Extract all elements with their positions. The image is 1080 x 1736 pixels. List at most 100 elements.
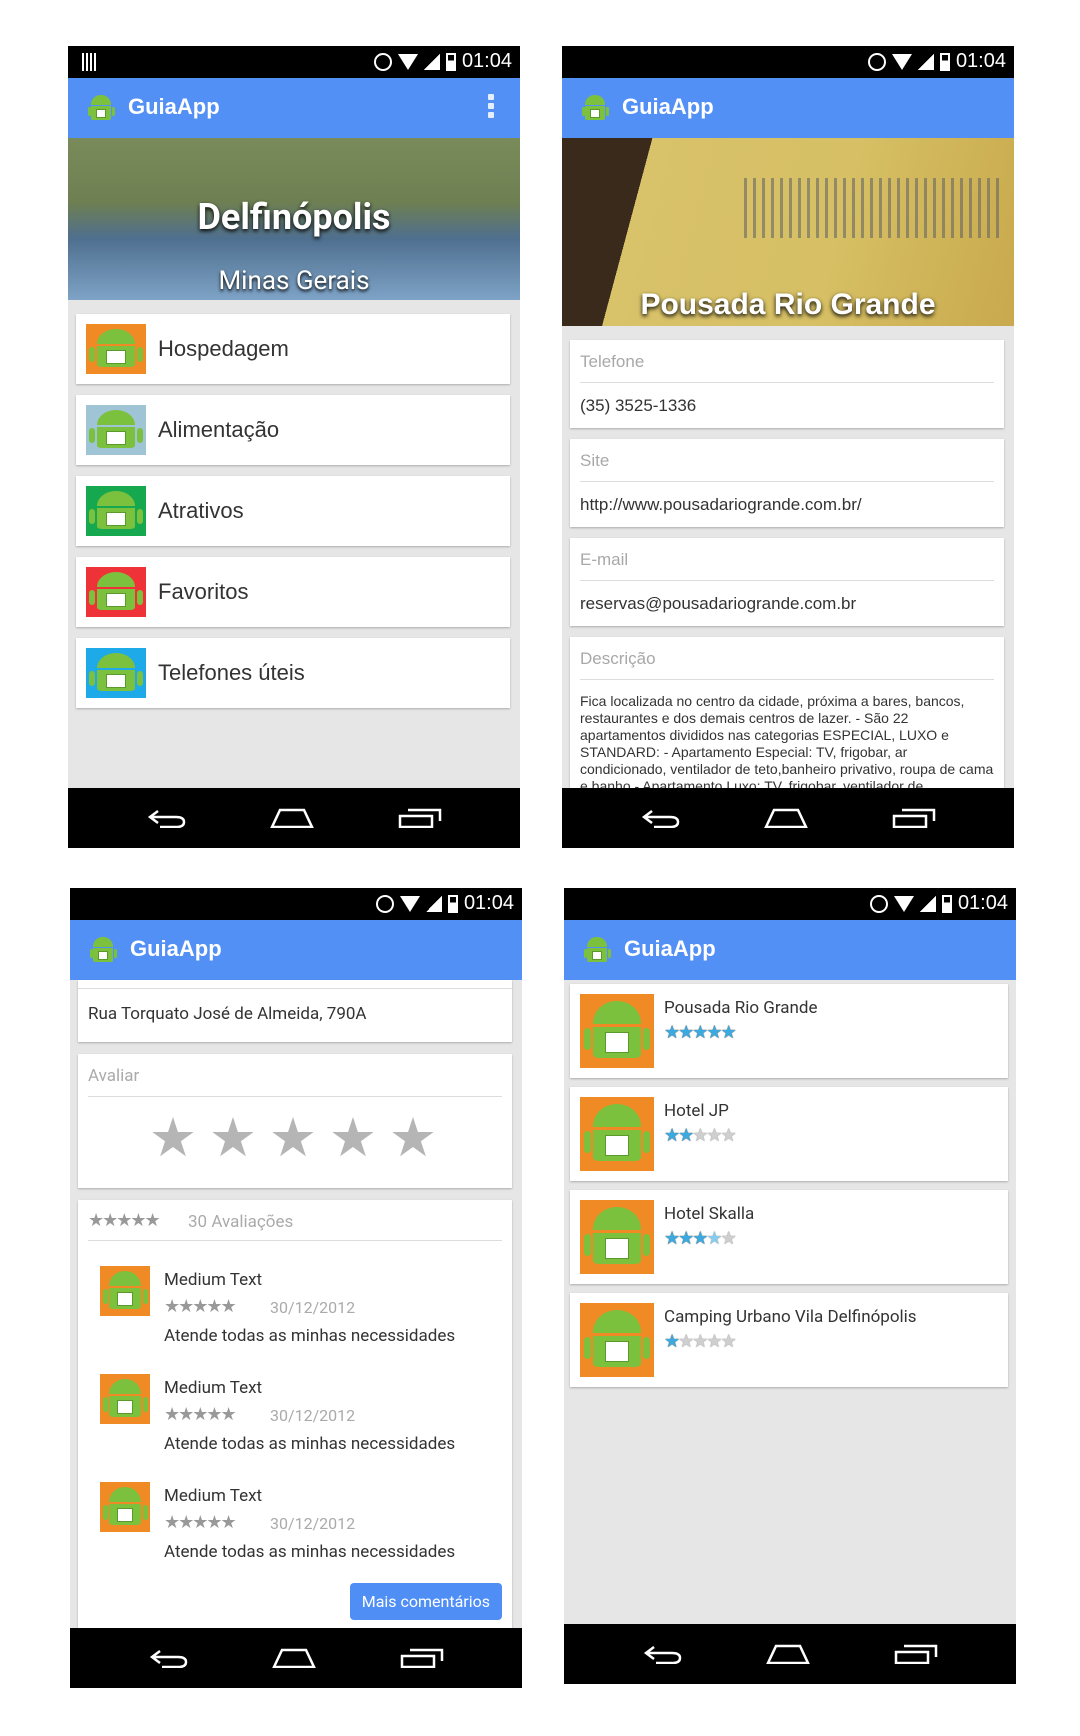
menu-item-atrativos[interactable]: Atrativos [76,476,510,546]
home-icon[interactable] [766,1644,810,1664]
recent-apps-icon[interactable] [400,1648,444,1668]
overflow-menu-icon[interactable] [488,94,494,121]
description-label: Descrição [580,649,656,668]
app-bar: GuiaApp [564,920,1016,980]
rating-star-icon: ★ [720,1125,737,1146]
phone-screen-home: 01:04 GuiaApp Delfinópolis Minas Gerais … [68,46,520,848]
rate-star-5[interactable]: ★ [388,1112,438,1166]
home-icon[interactable] [764,808,808,828]
reviewer-avatar [100,1482,150,1532]
atrativos-icon [86,486,146,536]
rating-star-icon: ★ [678,1228,694,1249]
place-thumbnail-icon [580,1097,654,1171]
battery-icon [447,894,458,913]
place-list-item[interactable]: Hotel JP ★★★★★ [570,1087,1008,1181]
alarm-icon [373,52,392,71]
place-thumbnail-icon [580,1303,654,1377]
back-icon[interactable] [640,808,680,828]
reviews-count: 30 Avaliações [188,1212,294,1232]
recent-apps-icon[interactable] [398,808,442,828]
app-bar: GuiaApp [562,78,1014,138]
app-logo-icon [580,92,610,124]
wifi-icon [893,895,914,912]
phone-screen-detail: 01:04 GuiaApp Pousada Rio Grande Telefon… [562,46,1014,848]
site-label: Site [580,451,610,470]
rate-star-3[interactable]: ★ [268,1112,318,1166]
place-thumbnail-icon [580,994,654,1068]
recent-apps-icon[interactable] [894,1644,938,1664]
rate-star-1[interactable]: ★ [148,1112,198,1166]
rating-star-icon: ★ [678,1125,694,1146]
rating-star-icon: ★ [706,1125,722,1146]
favoritos-icon [86,567,146,617]
rate-star-2[interactable]: ★ [208,1112,258,1166]
menu-item-favoritos[interactable]: Favoritos [76,557,510,627]
alarm-icon [867,52,886,71]
rating-star-icon: ★ [678,1331,694,1352]
recent-apps-icon[interactable] [892,808,936,828]
menu-item-label: Telefones úteis [158,660,305,685]
phone-label: Telefone [580,352,645,371]
rating-star-icon: ★ [664,1228,680,1249]
place-list-item[interactable]: Hotel Skalla ★★★★★ [570,1190,1008,1284]
phone-card: Telefone (35) 3525-1336 [570,340,1004,428]
status-bar: 01:04 [70,888,522,920]
menu-item-label: Alimentação [158,417,280,442]
phone-screen-listing: 01:04 GuiaApp Pousada Rio Grande ★★★★★ H… [564,888,1016,1684]
signal-icon [425,895,442,912]
place-name: Pousada Rio Grande [640,288,936,321]
review-text: Atende todas as minhas necessidades [164,1434,456,1454]
rating-star-icon: ★ [706,1228,722,1249]
back-icon[interactable] [642,1644,682,1664]
rating-star-icon: ★ [706,1331,722,1352]
reviewer-name: Medium Text [164,1270,263,1290]
rating-star-icon: ★ [692,1228,708,1249]
site-link[interactable]: http://www.pousadariogrande.com.br/ [580,495,862,515]
phone-value[interactable]: (35) 3525-1336 [580,396,696,416]
hotel-sign-image [744,178,1000,238]
place-list-item[interactable]: Camping Urbano Vila Delfinópolis ★★★★★ [570,1293,1008,1387]
back-icon[interactable] [148,1648,188,1668]
app-title: GuiaApp [622,94,714,119]
signal-icon [917,53,934,70]
home-icon[interactable] [272,1648,316,1668]
review-item: Medium Text ★★★★★ 30/12/2012 Atende toda… [100,1374,500,1470]
home-icon[interactable] [270,808,314,828]
place-rating: ★★★★★ [664,1125,737,1146]
menu-item-label: Atrativos [158,498,244,523]
status-time: 01:04 [955,50,1006,72]
status-bar: 01:04 [564,888,1016,920]
email-link[interactable]: reservas@pousadariogrande.com.br [580,594,856,614]
app-bar: GuiaApp [70,920,522,980]
rating-star-icon: ★ [720,1228,737,1249]
city-banner: Delfinópolis Minas Gerais [68,138,520,300]
category-menu: Hospedagem Alimentação Atrativos Favorit… [76,314,510,719]
back-icon[interactable] [146,808,186,828]
more-comments-button[interactable]: Mais comentários [349,1583,502,1620]
place-rating: ★★★★★ [664,1331,737,1352]
rate-star-4[interactable]: ★ [328,1112,378,1166]
menu-item-alimentacao[interactable]: Alimentação [76,395,510,465]
status-time: 01:04 [461,50,512,72]
menu-item-label: Favoritos [158,579,249,604]
review-date: 30/12/2012 [270,1406,356,1425]
review-item: Medium Text ★★★★★ 30/12/2012 Atende toda… [100,1266,500,1362]
rating-star-icon: ★ [706,1022,722,1043]
place-thumbnail-icon [580,1200,654,1274]
status-bar: 01:04 [562,46,1014,78]
hospedagem-icon [86,324,146,374]
rating-star-icon: ★ [692,1331,708,1352]
wifi-icon [891,53,912,70]
place-list-item[interactable]: Pousada Rio Grande ★★★★★ [570,984,1008,1078]
menu-item-telefones[interactable]: Telefones úteis [76,638,510,708]
reviewer-name: Medium Text [164,1378,263,1398]
menu-item-hospedagem[interactable]: Hospedagem [76,314,510,384]
state-name: Minas Gerais [218,266,370,296]
status-time: 01:04 [957,892,1008,914]
nav-bar [68,788,520,848]
reviewer-name: Medium Text [164,1486,263,1506]
place-rating: ★★★★★ [664,1022,737,1043]
place-photo: Pousada Rio Grande [562,138,1014,326]
site-card: Site http://www.pousadariogrande.com.br/ [570,439,1004,527]
rating-input: ★ ★ ★ ★ ★ [148,1112,438,1166]
